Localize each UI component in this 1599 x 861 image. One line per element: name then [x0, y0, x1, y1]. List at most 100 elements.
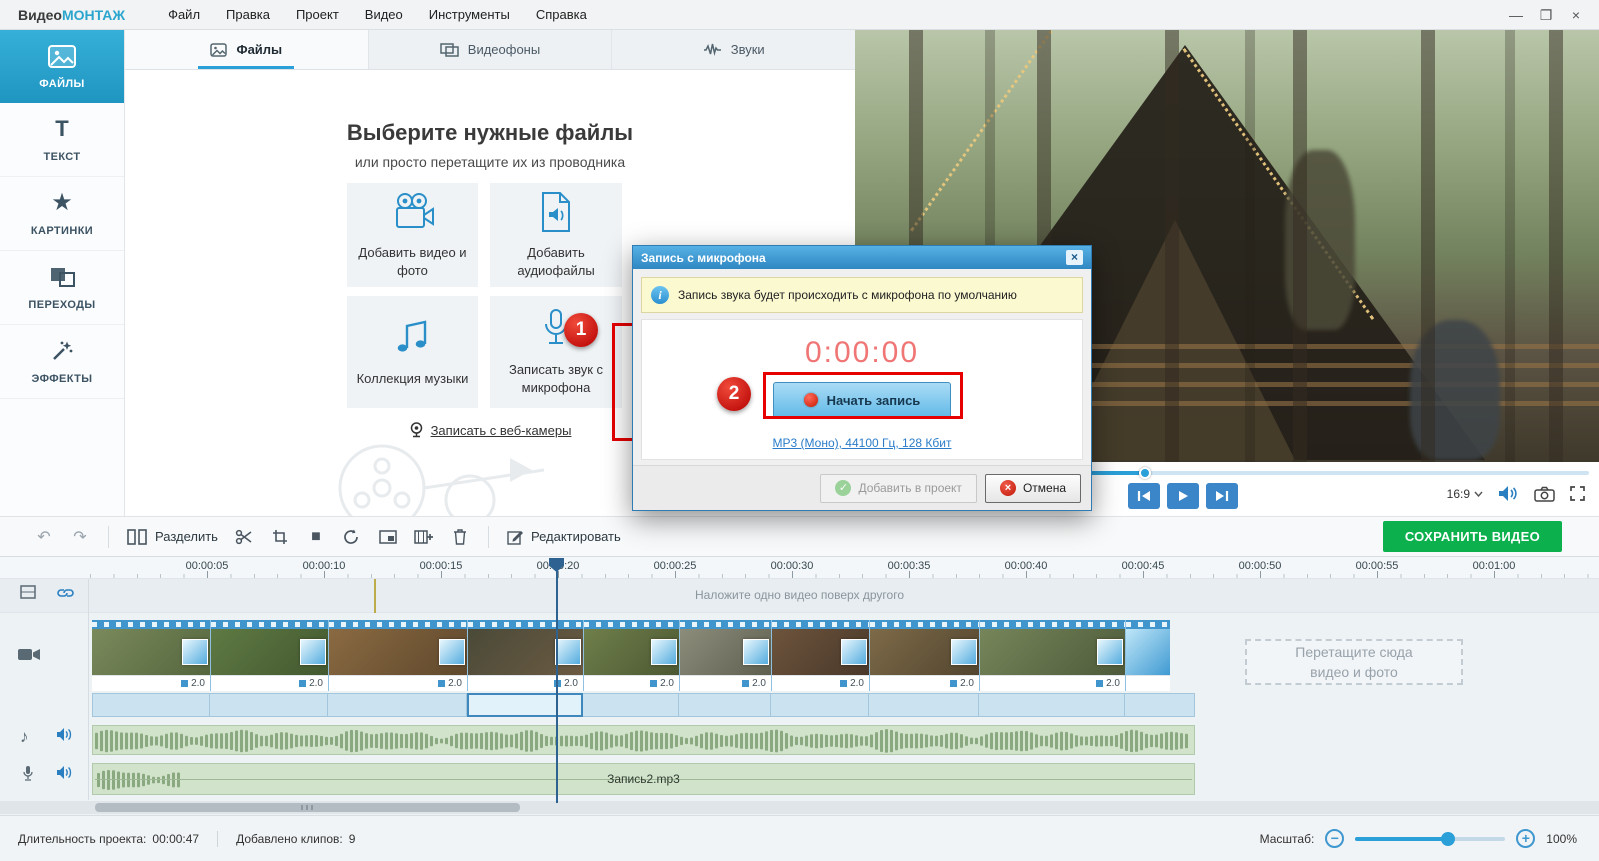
- clip-segment[interactable]: [1125, 693, 1195, 717]
- timeline-ruler[interactable]: 00:00:0500:00:1000:00:1500:00:2000:00:25…: [0, 557, 1599, 579]
- transition-thumb[interactable]: [841, 639, 867, 665]
- clip-thumbnail: [468, 629, 583, 675]
- scrollbar-thumb[interactable]: [95, 803, 520, 812]
- trash-icon[interactable]: [442, 523, 478, 551]
- sidebar-item-pictures[interactable]: ★КАРТИНКИ: [0, 177, 124, 251]
- edit-button[interactable]: Редактировать: [507, 529, 621, 545]
- clip-segment[interactable]: [92, 693, 210, 717]
- menu-project[interactable]: Проект: [283, 2, 352, 27]
- transition-duration: 2.0: [960, 678, 974, 689]
- timeline-scrollbar[interactable]: [0, 801, 1599, 814]
- transition-thumb[interactable]: [1097, 639, 1123, 665]
- voice-track-clip[interactable]: Запись2.mp3: [92, 763, 1195, 795]
- transition-thumb[interactable]: [439, 639, 465, 665]
- video-clip[interactable]: 2.0: [979, 620, 1125, 691]
- maximize-button[interactable]: ❐: [1531, 4, 1561, 26]
- tab-sounds[interactable]: Звуки: [612, 30, 855, 69]
- sidebar-item-transitions[interactable]: ПЕРЕХОДЫ: [0, 251, 124, 325]
- picture-in-picture-icon[interactable]: [370, 523, 406, 551]
- sidebar-item-files[interactable]: ФАЙЛЫ: [0, 30, 124, 103]
- clip-segment[interactable]: [467, 693, 583, 717]
- clip-segment[interactable]: [679, 693, 771, 717]
- clip-segment[interactable]: [979, 693, 1125, 717]
- music-mute-icon[interactable]: [56, 727, 73, 742]
- volume-icon[interactable]: [1498, 485, 1519, 502]
- clip-segment[interactable]: [583, 693, 679, 717]
- scissors-icon[interactable]: [226, 523, 262, 551]
- transition-thumb[interactable]: [555, 639, 581, 665]
- files-icon: [48, 43, 76, 69]
- transition-thumb[interactable]: [651, 639, 677, 665]
- clip-thumbnail: [870, 629, 979, 675]
- video-clip[interactable]: 2.0: [210, 620, 328, 691]
- tile-add-audio[interactable]: Добавить аудиофайлы: [490, 183, 622, 287]
- zoom-slider-handle[interactable]: [1441, 832, 1455, 846]
- transition-duration-band: 2.0: [980, 675, 1125, 691]
- close-button[interactable]: ×: [1561, 4, 1591, 26]
- menu-tools[interactable]: Инструменты: [416, 2, 523, 27]
- voice-mute-icon[interactable]: [56, 765, 73, 780]
- cancel-button[interactable]: × Отмена: [985, 474, 1081, 503]
- zoom-slider[interactable]: [1355, 837, 1505, 841]
- video-clip[interactable]: 2.0: [467, 620, 583, 691]
- add-to-project-button[interactable]: ✓ Добавить в проект: [820, 474, 976, 503]
- overlay-track[interactable]: Наложите одно видео поверх другого: [0, 579, 1599, 613]
- music-collection-icon: [393, 316, 433, 360]
- video-clip-endcap[interactable]: [1125, 620, 1170, 691]
- clip-segment[interactable]: [771, 693, 869, 717]
- previous-frame-button[interactable]: [1128, 483, 1160, 509]
- tab-backgrounds[interactable]: Видеофоны: [369, 30, 613, 69]
- fullscreen-icon[interactable]: [1570, 486, 1585, 501]
- clip-segment[interactable]: [210, 693, 328, 717]
- sidebar-item-effects[interactable]: ЭФФЕКТЫ: [0, 325, 124, 399]
- split-button[interactable]: Разделить: [127, 529, 218, 545]
- video-clip[interactable]: 2.0: [869, 620, 979, 691]
- add-clip-icon[interactable]: [406, 523, 442, 551]
- tile-music-collection[interactable]: Коллекция музыки: [347, 296, 478, 408]
- tile-add-video[interactable]: Добавить видео и фото: [347, 183, 478, 287]
- undo-icon[interactable]: ↶: [26, 523, 62, 551]
- crop-icon[interactable]: [262, 523, 298, 551]
- aspect-ratio-select[interactable]: 16:9: [1447, 487, 1483, 501]
- clip-thumbnail: [211, 629, 328, 675]
- zoom-out-button[interactable]: −: [1325, 829, 1344, 848]
- video-clip[interactable]: 2.0: [771, 620, 869, 691]
- dialog-titlebar[interactable]: Запись с микрофона ×: [633, 246, 1091, 269]
- tab-files[interactable]: Файлы: [125, 30, 369, 69]
- transition-thumb[interactable]: [300, 639, 326, 665]
- tile-record-mic[interactable]: Записать звук с микрофона: [490, 296, 622, 408]
- redo-icon[interactable]: ↷: [62, 523, 98, 551]
- video-clip[interactable]: 2.0: [92, 620, 210, 691]
- video-clip[interactable]: 2.0: [328, 620, 467, 691]
- link-icon[interactable]: [56, 587, 75, 599]
- stop-square-icon[interactable]: ■: [298, 523, 334, 551]
- sidebar-item-text[interactable]: TТЕКСТ: [0, 103, 124, 177]
- rotate-icon[interactable]: [334, 523, 370, 551]
- music-track-clip[interactable]: [92, 725, 1195, 755]
- zoom-value: 100%: [1546, 832, 1577, 846]
- zoom-in-button[interactable]: +: [1516, 829, 1535, 848]
- video-clip[interactable]: 2.0: [583, 620, 679, 691]
- menu-file[interactable]: Файл: [155, 2, 213, 27]
- clip-segment[interactable]: [328, 693, 467, 717]
- video-clip[interactable]: 2.0: [679, 620, 771, 691]
- clip-segment[interactable]: [869, 693, 979, 717]
- play-button[interactable]: [1167, 483, 1199, 509]
- next-frame-button[interactable]: [1206, 483, 1238, 509]
- app-window: ВидеоМОНТАЖ ФайлПравкаПроектВидеоИнструм…: [0, 0, 1599, 861]
- menu-edit[interactable]: Правка: [213, 2, 283, 27]
- audio-format-link[interactable]: MP3 (Моно), 44100 Гц, 128 Кбит: [642, 436, 1082, 450]
- minimize-button[interactable]: —: [1501, 4, 1531, 26]
- seek-handle[interactable]: [1139, 467, 1151, 479]
- transition-thumb[interactable]: [743, 639, 769, 665]
- menu-help[interactable]: Справка: [523, 2, 600, 27]
- video-dropzone[interactable]: Перетащите сюда видео и фото: [1245, 639, 1463, 685]
- transition-thumb[interactable]: [951, 639, 977, 665]
- transition-duration-band: [1126, 675, 1170, 691]
- text-icon: T: [55, 116, 68, 142]
- transition-thumb[interactable]: [182, 639, 208, 665]
- save-video-button[interactable]: СОХРАНИТЬ ВИДЕО: [1383, 521, 1562, 552]
- snapshot-camera-icon[interactable]: [1534, 486, 1555, 502]
- dialog-close-icon[interactable]: ×: [1066, 250, 1083, 265]
- menu-video[interactable]: Видео: [352, 2, 416, 27]
